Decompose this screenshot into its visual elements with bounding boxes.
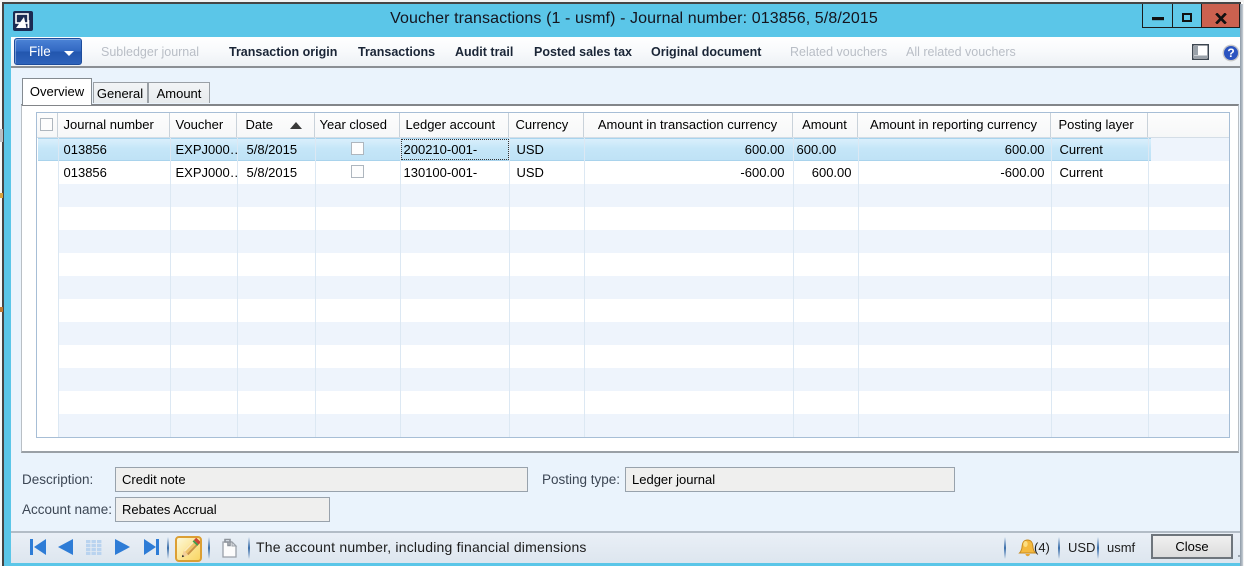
svg-text:?: ?: [1227, 46, 1234, 60]
